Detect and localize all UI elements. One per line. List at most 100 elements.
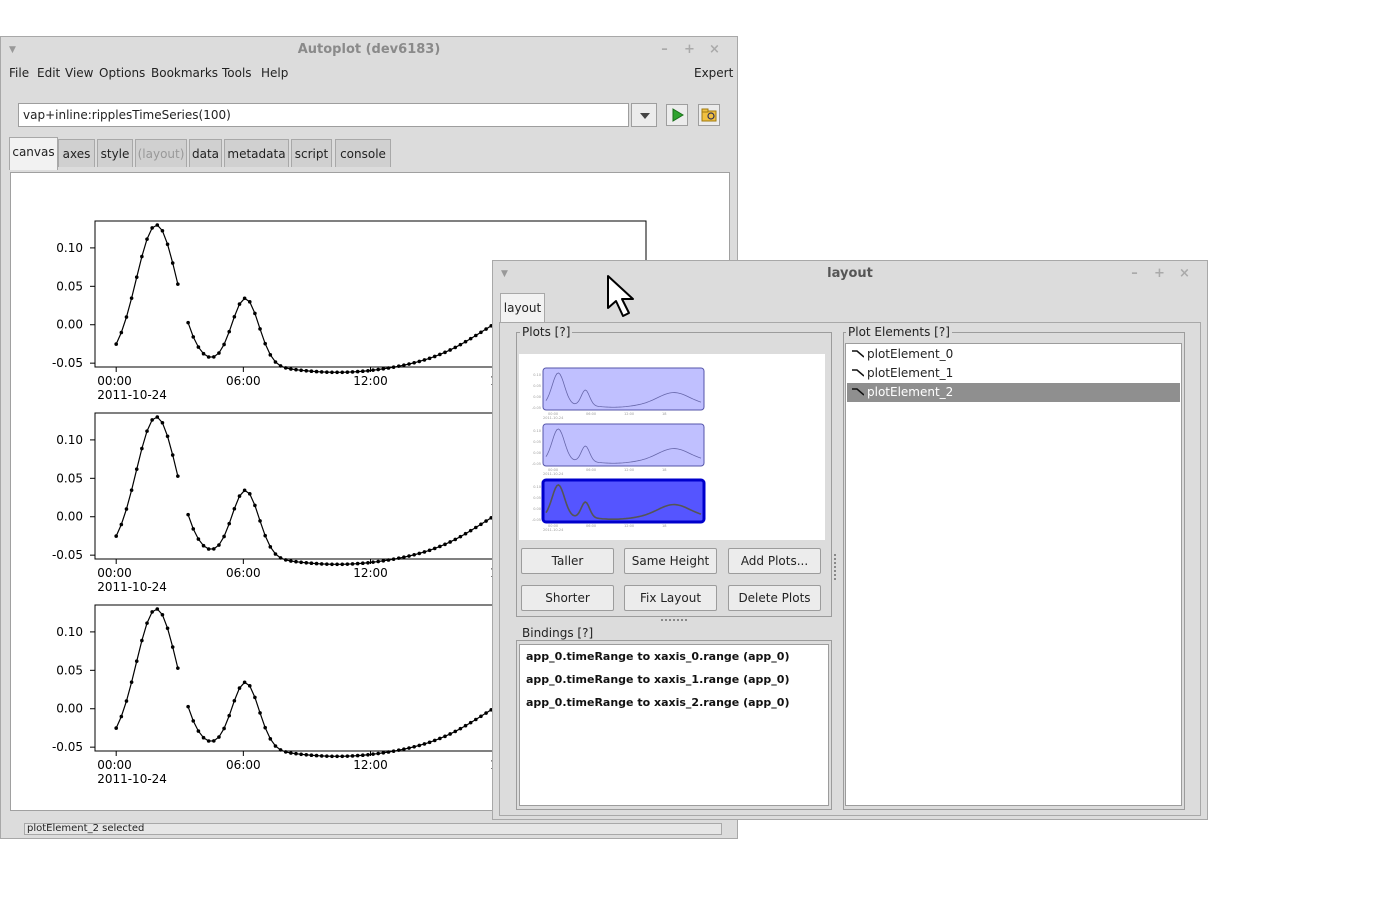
- data-point: [314, 561, 319, 566]
- thumb-x-label: 06:00: [586, 468, 596, 472]
- menu-view[interactable]: View: [65, 66, 93, 80]
- window-menu-icon[interactable]: ▼: [9, 37, 16, 63]
- y-tick-label: -0.05: [52, 356, 83, 370]
- menu-tools[interactable]: Tools: [222, 66, 252, 80]
- horizontal-split-handle[interactable]: [834, 554, 839, 580]
- tab-console[interactable]: console: [335, 139, 391, 167]
- minimize-icon[interactable]: –: [652, 37, 677, 63]
- x-date-label: 2011-10-24: [97, 580, 167, 594]
- window-menu-icon[interactable]: ▼: [501, 261, 508, 287]
- main-titlebar[interactable]: ▼ Autoplot (dev6183) – + ×: [1, 37, 737, 63]
- menu-bookmarks[interactable]: Bookmarks: [151, 66, 218, 80]
- data-point: [314, 753, 319, 758]
- data-point: [474, 333, 478, 338]
- tab-layout[interactable]: (layout): [135, 139, 187, 167]
- tab-canvas[interactable]: canvas: [9, 137, 58, 170]
- data-point: [124, 507, 129, 511]
- vertical-split-handle[interactable]: [661, 619, 687, 624]
- tab-axes[interactable]: axes: [58, 139, 95, 167]
- plot-elements-label[interactable]: Plot Elements [?]: [846, 325, 952, 339]
- data-point: [355, 561, 360, 566]
- menu-help[interactable]: Help: [261, 66, 288, 80]
- fix-layout-button[interactable]: Fix Layout: [624, 585, 717, 611]
- data-point: [186, 704, 190, 709]
- binding-item[interactable]: app_0.timeRange to xaxis_2.range (app_0): [526, 696, 789, 709]
- line-icon: [852, 388, 864, 396]
- data-point: [268, 545, 273, 549]
- data-point: [212, 739, 216, 743]
- data-point: [299, 752, 303, 757]
- data-point: [325, 562, 329, 566]
- y-tick-label: 0.00: [56, 510, 83, 524]
- data-point: [283, 750, 288, 754]
- tab-data[interactable]: data: [189, 139, 222, 167]
- thumb-plot[interactable]: 0.100.050.00-0.0500:00 06:00 12:00 182011-1…: [532, 367, 705, 420]
- expert-menu[interactable]: Expert: [694, 66, 733, 80]
- menu-edit[interactable]: Edit: [37, 66, 60, 80]
- data-point: [386, 366, 391, 370]
- layout-titlebar[interactable]: ▼ layout – + ×: [493, 261, 1207, 287]
- data-point: [422, 550, 427, 554]
- tab-layout-panel[interactable]: layout: [500, 293, 545, 323]
- data-point: [114, 534, 118, 538]
- close-icon[interactable]: ×: [1172, 261, 1197, 287]
- plot-elements-list[interactable]: plotElement_0 plotElement_1 plotElement_…: [845, 343, 1182, 806]
- data-point: [160, 612, 165, 617]
- x-tick-label: 00:00: [97, 374, 132, 388]
- minimize-icon[interactable]: –: [1122, 261, 1147, 287]
- plots-label[interactable]: Plots [?]: [520, 325, 573, 339]
- data-point: [176, 666, 180, 670]
- plots-thumbnail[interactable]: 0.100.050.00-0.0500:00 06:00 12:00 182011-1…: [519, 354, 825, 540]
- data-point: [114, 342, 118, 346]
- maximize-icon[interactable]: +: [677, 37, 702, 63]
- plot-element-item[interactable]: plotElement_1: [847, 364, 1180, 383]
- tab-script[interactable]: script: [291, 139, 332, 167]
- thumb-y-label: -0.05: [532, 518, 541, 522]
- thumb-plot[interactable]: 0.100.050.00-0.0500:00 06:00 12:00 182011-1…: [532, 478, 706, 532]
- menu-options[interactable]: Options: [99, 66, 145, 80]
- data-point: [273, 552, 278, 556]
- data-point: [283, 366, 288, 370]
- address-history-dropdown[interactable]: [631, 103, 657, 127]
- thumb-frame: [541, 478, 706, 524]
- thumb-frame: [542, 423, 705, 467]
- data-point: [170, 261, 175, 265]
- data-point: [278, 364, 283, 368]
- shorter-button[interactable]: Shorter: [521, 585, 614, 611]
- binding-item[interactable]: app_0.timeRange to xaxis_0.range (app_0): [526, 650, 789, 663]
- binding-item[interactable]: app_0.timeRange to xaxis_1.range (app_0): [526, 673, 789, 686]
- same-height-button[interactable]: Same Height: [624, 548, 717, 574]
- data-point: [335, 754, 339, 759]
- data-point: [247, 300, 252, 304]
- data-point: [129, 296, 134, 300]
- data-point: [253, 311, 257, 316]
- data-point: [232, 698, 237, 703]
- data-address-input[interactable]: vap+inline:ripplesTimeSeries(100): [18, 103, 629, 127]
- main-window-title: Autoplot (dev6183): [297, 42, 441, 57]
- data-point: [350, 370, 355, 374]
- data-point: [376, 559, 381, 564]
- plot-button[interactable]: [666, 104, 688, 126]
- plot-element-item[interactable]: plotElement_0: [847, 345, 1180, 364]
- data-point: [196, 537, 201, 541]
- close-icon[interactable]: ×: [702, 37, 727, 63]
- data-point: [134, 467, 139, 471]
- delete-plots-button[interactable]: Delete Plots: [728, 585, 821, 611]
- window-controls: – + ×: [1122, 261, 1197, 287]
- plots-preview[interactable]: 0.10 0.05 0.00 -0.05 00:00 06:00 12:00 18 2011-1…: [519, 354, 825, 540]
- add-plots-button[interactable]: Add Plots...: [728, 548, 821, 574]
- thumb-plot[interactable]: 0.100.050.00-0.0500:00 06:00 12:00 182011-1…: [532, 423, 705, 476]
- tab-style[interactable]: style: [97, 139, 133, 167]
- menu-file[interactable]: File: [9, 66, 29, 80]
- maximize-icon[interactable]: +: [1147, 261, 1172, 287]
- plot-element-item-selected[interactable]: plotElement_2: [847, 383, 1180, 402]
- tab-metadata[interactable]: metadata: [224, 139, 289, 167]
- data-point: [170, 645, 175, 649]
- data-point: [340, 370, 345, 375]
- taller-button[interactable]: Taller: [521, 548, 614, 574]
- browse-button[interactable]: [698, 104, 720, 126]
- data-point: [463, 723, 468, 728]
- data-point: [448, 732, 452, 736]
- bindings-label[interactable]: Bindings [?]: [520, 626, 596, 640]
- bindings-list[interactable]: app_0.timeRange to xaxis_0.range (app_0)…: [519, 644, 829, 806]
